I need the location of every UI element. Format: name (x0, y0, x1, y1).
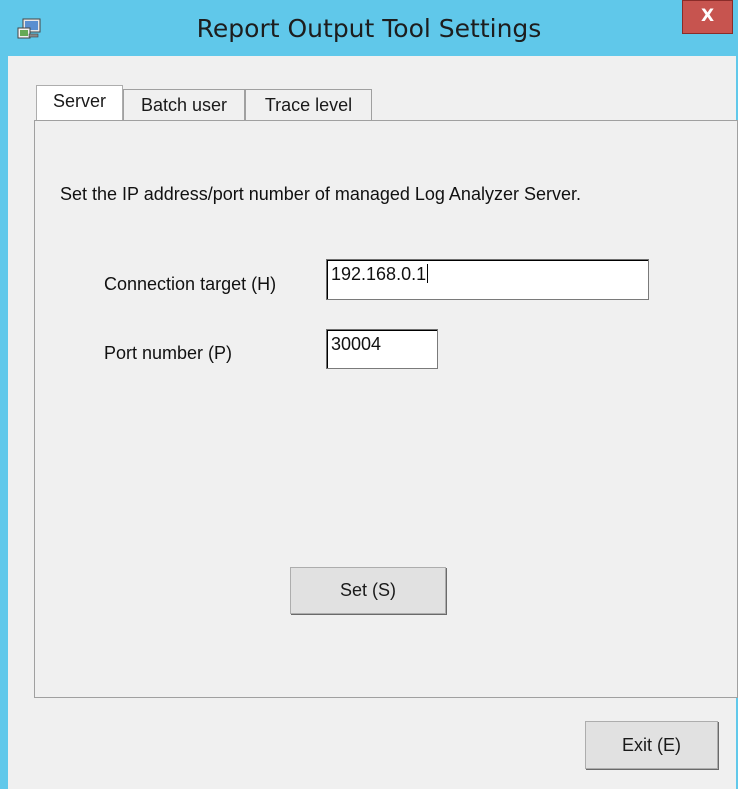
port-number-label: Port number (P) (104, 343, 233, 363)
settings-window: Report Output Tool Settings X Server Bat… (0, 0, 738, 789)
connection-target-value: 192.168.0.1 (331, 264, 427, 284)
set-button[interactable]: Set (S) (290, 567, 446, 614)
exit-button[interactable]: Exit (E) (585, 721, 718, 769)
tab-server[interactable]: Server (36, 85, 123, 120)
connection-target-label: Connection target (H) (104, 274, 277, 294)
close-button[interactable]: X (682, 0, 733, 34)
tab-batch-user[interactable]: Batch user (123, 89, 245, 120)
instruction-text: Set the IP address/port number of manage… (60, 184, 581, 204)
port-number-input[interactable]: 30004 (326, 329, 438, 369)
title-bar[interactable]: Report Output Tool Settings X (0, 0, 738, 56)
tab-panel-border (34, 120, 738, 121)
tab-trace-level[interactable]: Trace level (245, 89, 372, 120)
window-title: Report Output Tool Settings (196, 14, 542, 43)
client-area: Server Batch user Trace level Set the IP… (8, 56, 738, 789)
text-caret (427, 264, 429, 283)
connection-target-input[interactable]: 192.168.0.1 (326, 259, 649, 300)
